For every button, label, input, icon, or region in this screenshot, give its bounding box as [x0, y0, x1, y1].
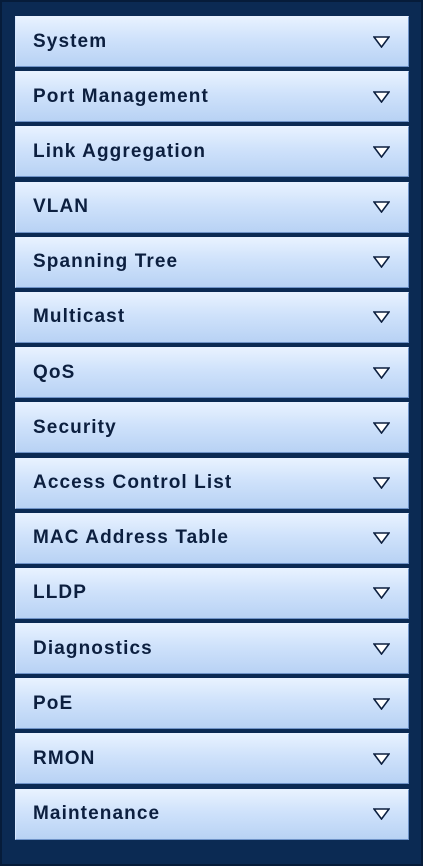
chevron-down-icon — [373, 256, 390, 269]
menu-item-label: LLDP — [33, 582, 88, 604]
menu-item-label: QoS — [33, 361, 76, 383]
chevron-down-icon — [373, 366, 390, 379]
menu-item-vlan[interactable]: VLAN — [15, 181, 409, 233]
chevron-down-icon — [373, 477, 390, 489]
menu-item-multicast[interactable]: Multicast — [15, 291, 409, 343]
menu-item-spanning-tree[interactable]: Spanning Tree — [15, 236, 409, 288]
chevron-down-icon — [373, 146, 390, 158]
chevron-down-icon — [373, 808, 390, 821]
menu-item-label: Spanning Tree — [33, 251, 179, 273]
chevron-down-icon — [373, 753, 390, 765]
menu-item-security[interactable]: Security — [15, 402, 409, 454]
chevron-down-icon — [373, 201, 390, 214]
menu-item-mac-address-table[interactable]: MAC Address Table — [15, 512, 409, 564]
chevron-down-icon — [373, 422, 390, 434]
menu-item-label: System — [33, 30, 108, 52]
chevron-down-icon — [373, 35, 390, 48]
menu-item-label: Link Aggregation — [33, 140, 207, 162]
menu-item-system[interactable]: System — [15, 16, 409, 67]
menu-item-rmon[interactable]: RMON — [15, 733, 409, 785]
menu-item-access-control-list[interactable]: Access Control List — [15, 457, 409, 509]
chevron-down-icon — [373, 587, 390, 600]
chevron-down-icon — [373, 90, 390, 103]
menu-item-port-management[interactable]: Port Management — [15, 71, 409, 123]
menu-item-label: Maintenance — [33, 803, 161, 825]
menu-item-label: Diagnostics — [33, 637, 153, 659]
chevron-down-icon — [373, 311, 390, 324]
menu-item-label: MAC Address Table — [33, 527, 230, 549]
menu-item-maintenance[interactable]: Maintenance — [15, 788, 409, 840]
chevron-down-icon — [373, 642, 390, 655]
menu-item-label: PoE — [33, 692, 74, 714]
menu-item-link-aggregation[interactable]: Link Aggregation — [15, 126, 409, 178]
chevron-down-icon — [373, 697, 390, 710]
menu-item-diagnostics[interactable]: Diagnostics — [15, 623, 409, 675]
menu-item-label: Port Management — [33, 85, 209, 107]
menu-item-poe[interactable]: PoE — [15, 678, 409, 730]
menu-item-label: RMON — [33, 747, 96, 769]
menu-item-label: Multicast — [33, 306, 126, 328]
menu-item-lldp[interactable]: LLDP — [15, 567, 409, 619]
menu-item-label: Security — [33, 416, 117, 438]
menu-item-label: VLAN — [33, 196, 90, 218]
navigation-menu-panel: System Port Management Link Aggregation … — [0, 0, 423, 866]
menu-item-qos[interactable]: QoS — [15, 347, 409, 399]
navigation-menu: System Port Management Link Aggregation … — [15, 16, 409, 840]
chevron-down-icon — [373, 532, 390, 545]
menu-item-label: Access Control List — [33, 472, 233, 493]
